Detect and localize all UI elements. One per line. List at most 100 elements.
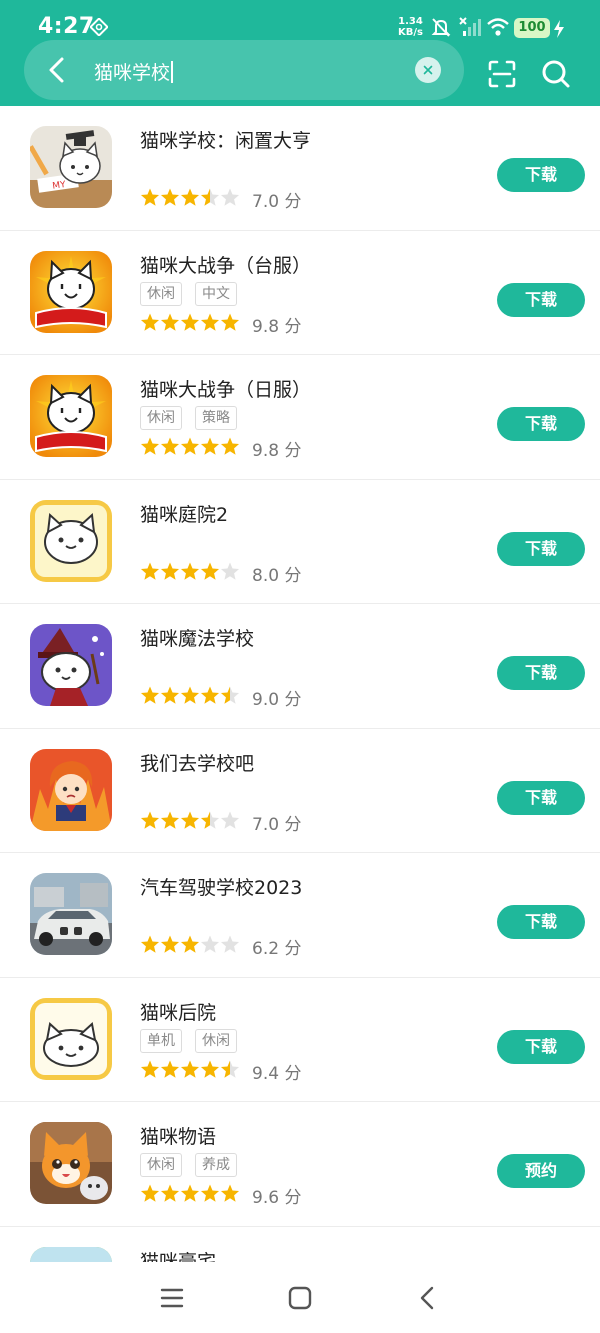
tag: 中文	[195, 281, 237, 306]
app-name[interactable]: 猫咪庭院2	[140, 500, 228, 527]
star-icon	[200, 313, 220, 331]
back-arrow-icon[interactable]	[40, 52, 76, 88]
download-button[interactable]: 下载	[497, 1029, 585, 1064]
rating-score: 9.0 分	[252, 690, 302, 710]
tag: 策略	[195, 406, 237, 430]
app-icon-battle-cats-tw[interactable]	[30, 250, 112, 333]
charging-icon	[553, 19, 565, 43]
rating-score: 9.8 分	[252, 441, 302, 461]
list-item[interactable]: 我们去学校吧 7.0 分 下载	[0, 729, 600, 853]
tag: 休闲	[195, 1028, 237, 1053]
star-icon	[160, 188, 180, 206]
app-icon-cat-mansion[interactable]	[30, 1246, 112, 1262]
star-rating	[140, 935, 240, 955]
download-button[interactable]: 下载	[497, 282, 585, 317]
list-item[interactable]: 猫咪大战争（日服） 休闲 策略 9.8 分 下载	[0, 355, 600, 480]
app-notification-icon	[89, 17, 109, 40]
search-results-list[interactable]: MY 猫咪学校：闲置大亨 7.0 分 下载 猫咪大战争（台服） 休闲 中文 9.…	[0, 106, 600, 1262]
list-item[interactable]: 猫咪大战争（台服） 休闲 中文 9.8 分 下载	[0, 231, 600, 355]
star-icon	[140, 1060, 160, 1078]
star-icon	[140, 686, 160, 704]
list-item[interactable]: 猫咪庭院2 8.0 分 下载	[0, 480, 600, 604]
list-item[interactable]: 猫咪豪宅	[0, 1227, 600, 1263]
rating-score: 8.0 分	[252, 565, 302, 586]
text-caret	[171, 61, 173, 83]
back-icon[interactable]	[414, 1284, 442, 1312]
star-icon	[200, 811, 220, 829]
list-item[interactable]: 猫咪魔法学校 9.0 分 下载	[0, 604, 600, 729]
search-icon[interactable]	[540, 58, 572, 90]
tag: 休闲	[140, 406, 182, 430]
tag-list: 休闲 策略	[140, 406, 250, 430]
star-icon	[220, 811, 240, 829]
download-button[interactable]: 下载	[497, 656, 585, 690]
app-name[interactable]: 猫咪学校：闲置大亨	[140, 126, 311, 153]
star-icon	[140, 935, 160, 953]
home-icon[interactable]	[286, 1284, 314, 1312]
search-input[interactable]: 猫咪学校	[94, 58, 173, 85]
app-icon-cat-school-tycoon[interactable]: MY	[30, 126, 112, 208]
app-name[interactable]: 猫咪物语	[140, 1122, 216, 1149]
app-name[interactable]: 猫咪魔法学校	[140, 624, 254, 651]
reserve-button[interactable]: 预约	[497, 1154, 585, 1188]
star-icon	[200, 935, 220, 953]
download-button[interactable]: 下载	[497, 158, 585, 192]
clear-search-button[interactable]	[415, 57, 441, 83]
star-rating	[140, 811, 240, 831]
app-name[interactable]: 猫咪豪宅	[140, 1247, 216, 1263]
download-button[interactable]: 下载	[497, 407, 585, 441]
tag-list: 休闲 养成	[140, 1153, 250, 1177]
rating-score: 9.8 分	[252, 316, 302, 337]
star-icon	[220, 1184, 240, 1202]
app-name[interactable]: 猫咪大战争（日服）	[140, 375, 311, 402]
star-icon	[200, 686, 220, 704]
download-button[interactable]: 下载	[497, 905, 585, 939]
clear-x-icon	[423, 65, 433, 75]
star-icon	[140, 562, 160, 580]
star-icon	[220, 437, 240, 455]
star-icon	[220, 562, 240, 580]
stars-graphic	[140, 313, 240, 331]
app-name[interactable]: 猫咪大战争（台服）	[140, 251, 311, 278]
app-icon-battle-cats-jp[interactable]	[30, 375, 112, 457]
list-item[interactable]: 猫咪后院 单机 休闲 9.4 分 下载	[0, 978, 600, 1102]
list-item[interactable]: MY 猫咪学校：闲置大亨 7.0 分 下载	[0, 106, 600, 231]
star-icon	[180, 686, 200, 704]
star-icon	[140, 313, 160, 331]
header-bar: 4:27 1.34 KB/s 100 猫咪学校	[0, 0, 600, 106]
app-icon-lets-go-school[interactable]	[30, 748, 112, 831]
app-name[interactable]: 猫咪后院	[140, 998, 216, 1025]
star-icon	[180, 313, 200, 331]
star-icon	[220, 686, 240, 704]
stars-graphic	[140, 1060, 240, 1078]
star-icon	[180, 437, 200, 455]
star-icon	[140, 811, 160, 829]
scan-icon[interactable]	[486, 58, 518, 90]
list-item[interactable]: 猫咪物语 休闲 养成 9.6 分 预约	[0, 1102, 600, 1227]
star-icon	[160, 313, 180, 331]
star-icon	[160, 686, 180, 704]
download-button[interactable]: 下载	[497, 780, 585, 815]
app-icon-cat-story[interactable]	[30, 1122, 112, 1204]
list-item[interactable]: 汽车驾驶学校2023 6.2 分 下载	[0, 853, 600, 978]
app-icon-neko-atsume-2[interactable]	[30, 499, 112, 582]
app-name[interactable]: 我们去学校吧	[140, 749, 254, 776]
menu-icon[interactable]	[158, 1284, 186, 1312]
stars-graphic	[140, 188, 240, 206]
star-icon	[160, 1184, 180, 1202]
star-icon	[220, 1060, 240, 1078]
stars-graphic	[140, 811, 240, 829]
mute-bell-icon	[430, 16, 452, 42]
star-rating	[140, 1060, 240, 1080]
download-button[interactable]: 下载	[497, 531, 585, 566]
search-box[interactable]: 猫咪学校	[24, 40, 464, 100]
star-icon	[140, 1184, 160, 1202]
app-icon-neko-atsume[interactable]	[30, 997, 112, 1080]
tag-list: 单机 休闲	[140, 1028, 250, 1053]
app-name[interactable]: 汽车驾驶学校2023	[140, 873, 302, 900]
app-icon-driving-school-2023[interactable]	[30, 873, 112, 955]
star-icon	[160, 562, 180, 580]
battery-level: 100	[514, 18, 550, 38]
app-icon-cat-magic-school[interactable]	[30, 624, 112, 706]
star-icon	[200, 437, 220, 455]
